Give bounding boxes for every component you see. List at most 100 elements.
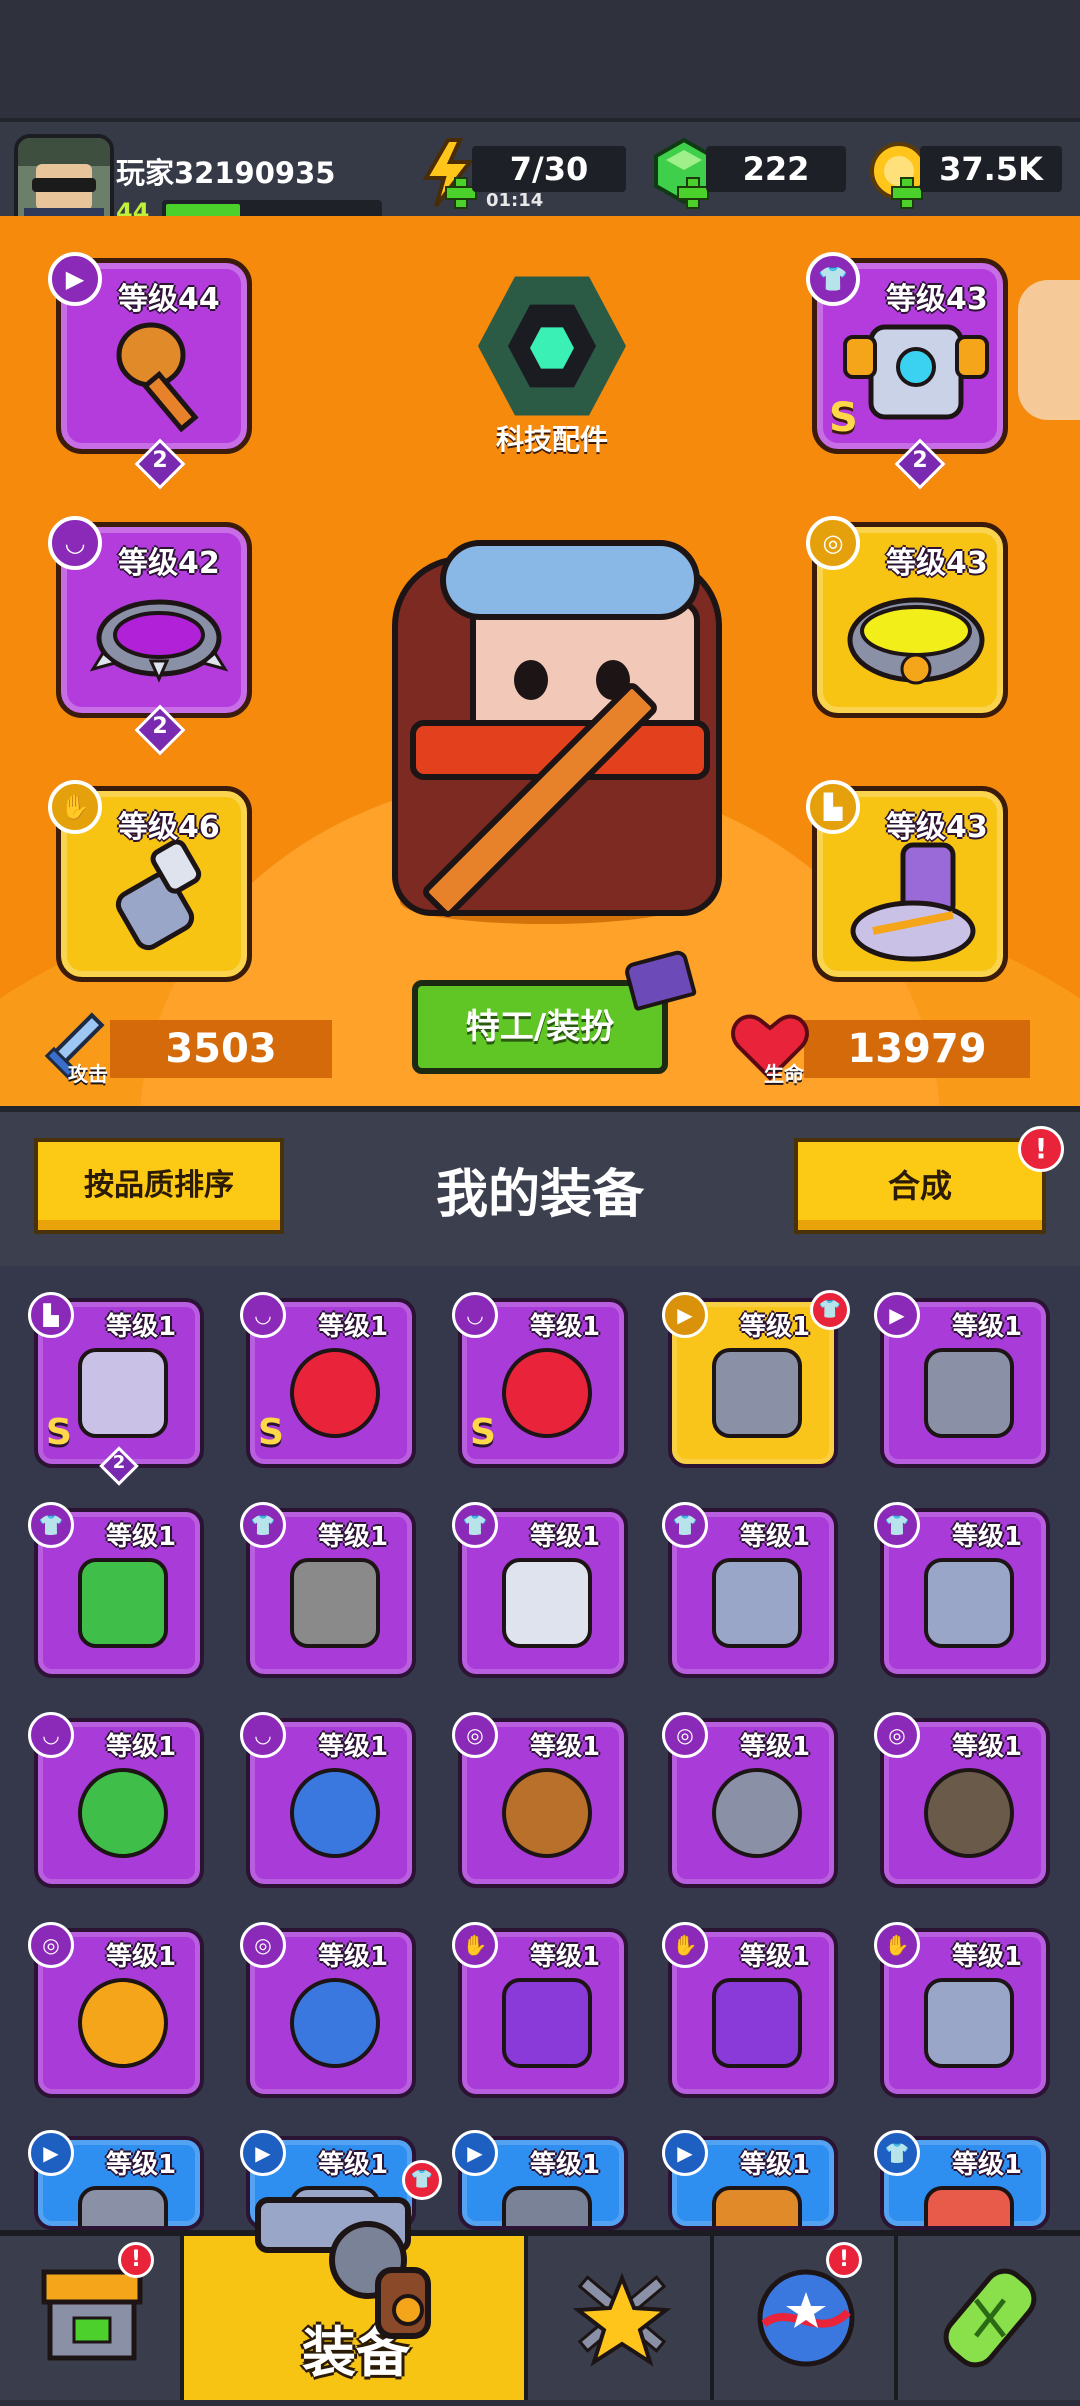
star-swords-icon — [572, 2272, 672, 2367]
nav-tab-lab[interactable] — [898, 2236, 1080, 2400]
player-name: 玩家32190935 — [116, 156, 336, 190]
club-item-icon — [712, 2186, 802, 2226]
boot-icon: ▙ — [28, 1292, 74, 1338]
glove-purple-item-icon — [502, 1978, 592, 2068]
energy-counter[interactable]: 7/30 — [472, 146, 626, 192]
sort-by-quality-button[interactable]: 按品质排序 — [34, 1138, 284, 1234]
glove-icon: ✋ — [662, 1922, 708, 1968]
card-level: 等级1 — [952, 1522, 1023, 1552]
card-level: 等级1 — [318, 1522, 389, 1552]
card-level: 等级1 — [318, 1732, 389, 1762]
nav-tab-world[interactable]: ! — [714, 2236, 898, 2400]
shop-icon — [41, 2269, 143, 2361]
boot-icon: ▙ — [806, 780, 860, 834]
armor-green-item-icon — [78, 1558, 168, 1648]
gauntlet-icon — [115, 839, 202, 951]
card-level: 等级1 — [530, 1942, 601, 1972]
card-level: 等级1 — [740, 1522, 811, 1552]
merge-button[interactable]: 合成 — [794, 1138, 1046, 1234]
card-level: 等级1 — [530, 1732, 601, 1762]
necklace-icon: ◡ — [240, 1712, 286, 1758]
glove-icon: ✋ — [874, 1922, 920, 1968]
necklace-icon: ◡ — [48, 516, 102, 570]
alert-badge: ! — [826, 2242, 862, 2278]
weapon-icon: ▶ — [28, 2130, 74, 2176]
belt-gem-item-icon — [924, 1768, 1014, 1858]
card-level: 等级1 — [952, 1732, 1023, 1762]
belt-icon: ◎ — [28, 1922, 74, 1968]
weapon-icon: ▶ — [48, 252, 102, 306]
necklace-item-icon — [502, 1348, 592, 1438]
weapon-icon: ▶ — [662, 1292, 708, 1338]
slot-level: 等级46 — [118, 810, 220, 845]
belt-blue-item-icon — [290, 1978, 380, 2068]
new-item-badge: 👕 — [810, 1290, 850, 1330]
belt-item-icon — [847, 597, 985, 685]
boots-item-icon — [78, 1348, 168, 1438]
bat-icon — [116, 322, 199, 433]
belt-rope-item-icon — [502, 1768, 592, 1858]
grade-badge: S — [46, 1412, 72, 1453]
card-level: 等级1 — [952, 2150, 1023, 2180]
nav-tab-shop[interactable]: ! — [0, 2236, 184, 2400]
plus-icon[interactable] — [890, 176, 924, 210]
armor-stone-item-icon — [290, 1558, 380, 1648]
shirt-icon: 👕 — [240, 1502, 286, 1548]
spiked-collar-icon — [89, 599, 229, 683]
dna-capsule-icon — [943, 2268, 1037, 2368]
coin-counter[interactable]: 37.5K — [920, 146, 1062, 192]
card-level: 等级1 — [106, 2150, 177, 2180]
card-level: 等级1 — [106, 1942, 177, 1972]
health-label: 生命 — [764, 1062, 804, 1086]
necklace-green-item-icon — [78, 1768, 168, 1858]
shirt-icon: 👕 — [874, 2130, 920, 2176]
grade-badge: S — [258, 1412, 284, 1453]
slot-level: 等级43 — [886, 546, 988, 581]
goggle — [440, 540, 700, 620]
kunai-item-icon — [712, 1348, 802, 1438]
agent-outfit-button[interactable]: 特工/装扮 — [412, 980, 668, 1074]
plus-icon[interactable] — [676, 176, 710, 210]
card-level: 等级1 — [106, 1312, 177, 1342]
necklace-icon: ◡ — [28, 1712, 74, 1758]
armor-white-item-icon — [502, 1558, 592, 1648]
energy-timer: 01:14 — [486, 190, 544, 211]
planet-icon — [757, 2269, 855, 2367]
attack-bar: 3503 — [110, 1020, 332, 1078]
card-level: 等级1 — [740, 1732, 811, 1762]
gem-counter[interactable]: 222 — [706, 146, 846, 192]
card-level: 等级1 — [318, 1942, 389, 1972]
belt-icon: ◎ — [806, 516, 860, 570]
armor-steel-item-icon — [924, 1558, 1014, 1648]
alert-badge: ! — [1018, 1126, 1064, 1172]
alert-badge: ! — [118, 2242, 154, 2278]
belt-star-item-icon — [712, 1768, 802, 1858]
side-event-tab[interactable] — [1018, 280, 1080, 420]
card-level: 等级1 — [952, 1942, 1023, 1972]
necklace-icon: ◡ — [240, 1292, 286, 1338]
blade-item-icon — [78, 2186, 168, 2226]
armor-steel-item-icon — [712, 1558, 802, 1648]
glove-icon: ✋ — [452, 1922, 498, 1968]
nav-tab-battle[interactable] — [528, 2236, 714, 2400]
star-count: 2 — [112, 1452, 126, 1473]
belt-icon: ◎ — [452, 1712, 498, 1758]
slot-level: 等级44 — [118, 282, 220, 317]
shirt-icon: 👕 — [28, 1502, 74, 1548]
belt-icon: ◎ — [662, 1712, 708, 1758]
card-level: 等级1 — [318, 1312, 389, 1342]
grade-badge: S — [470, 1412, 496, 1453]
health-bar: 13979 — [804, 1020, 1030, 1078]
sneaker-icon — [850, 842, 976, 962]
gun-item-icon — [502, 2186, 592, 2226]
slot-level: 等级42 — [118, 546, 220, 581]
card-level: 等级1 — [530, 2150, 601, 2180]
glove-purple-item-icon — [712, 1978, 802, 2068]
card-level: 等级1 — [530, 1312, 601, 1342]
necklace-icon: ◡ — [452, 1292, 498, 1338]
system-status-bar — [0, 0, 1080, 118]
card-level: 等级1 — [106, 1732, 177, 1762]
kunai-item-icon — [924, 1348, 1014, 1438]
vest-item-icon — [924, 2186, 1014, 2226]
belt-icon: ◎ — [874, 1712, 920, 1758]
